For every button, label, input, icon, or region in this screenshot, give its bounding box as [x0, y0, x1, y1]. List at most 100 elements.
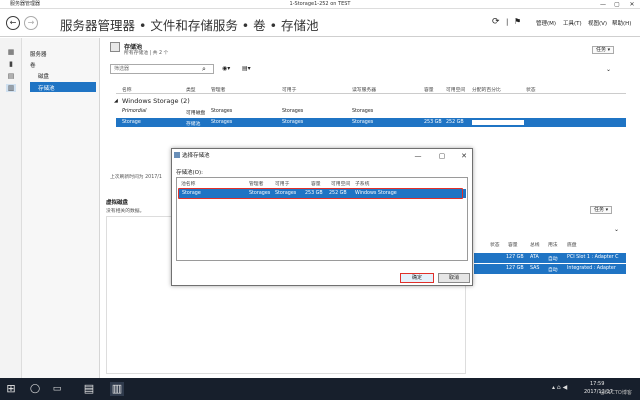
phys-row1-chassis: PCI Slot 1 : Adapter C: [567, 255, 619, 260]
search-icon[interactable]: ⌕: [202, 65, 206, 74]
col-status[interactable]: 状态: [526, 86, 536, 93]
row-storage-name[interactable]: Storage: [122, 120, 141, 125]
group-collapse-icon[interactable]: ◢: [114, 98, 118, 104]
pools-tasks-button[interactable]: 任务 ▾: [592, 46, 615, 54]
col-capacity[interactable]: 容量: [424, 86, 434, 93]
row-storage-free: 252 GB: [446, 120, 464, 125]
pools-filter-input[interactable]: 筛选器: [110, 64, 214, 74]
dialog-pool-label: 存储池(O):: [176, 170, 203, 176]
dialog-minimize-button[interactable]: —: [412, 151, 424, 161]
separator: |: [506, 18, 509, 26]
dlg-row-subsystem: Windows Storage: [355, 191, 397, 196]
cancel-button[interactable]: 取消: [438, 273, 470, 283]
select-pool-dialog: 选择存储池 — ▢ ✕ 存储池(O): 池名称 管理者 可用于 容量 可用空间 …: [171, 148, 473, 286]
menu-view[interactable]: 视图(V): [588, 19, 607, 27]
phys-col-capacity[interactable]: 容量: [508, 241, 518, 248]
disks-title: 虚拟磁盘: [106, 200, 129, 206]
phys-row1-capacity: 127 GB: [506, 255, 524, 260]
ok-button[interactable]: 确定: [400, 273, 434, 283]
row-storage-managed: Storages: [211, 120, 233, 125]
dlg-col-name[interactable]: 池名称: [181, 180, 195, 187]
expand-icon[interactable]: ⌄: [606, 66, 611, 73]
col-managed-by[interactable]: 管理者: [211, 86, 225, 93]
disks-empty: 没有相关的数据。: [106, 209, 145, 214]
explorer-icon[interactable]: ▤: [82, 382, 96, 396]
nav-item-disks[interactable]: 磁盘: [38, 72, 49, 80]
dialog-app-icon: [174, 152, 180, 158]
nav-item-volumes[interactable]: 卷: [30, 61, 36, 69]
server-manager-icon[interactable]: ▥: [110, 382, 124, 396]
header-divider: [116, 93, 626, 94]
refresh-icon[interactable]: ⟳: [492, 17, 500, 27]
forward-button[interactable]: →: [24, 16, 38, 30]
physical-expand-icon[interactable]: ⌄: [614, 226, 619, 233]
dlg-col-capacity[interactable]: 容量: [311, 180, 321, 187]
phys-row1-bus: ATA: [530, 255, 539, 260]
menu-tools[interactable]: 工具(T): [563, 19, 582, 27]
nav-item-storage-pools[interactable]: 存储池: [38, 84, 55, 92]
maximize-button[interactable]: ▢: [610, 0, 624, 9]
phys-row2-capacity: 127 GB: [506, 266, 524, 271]
row-primordial-managed: Storages: [211, 109, 233, 114]
windows-start-icon[interactable]: ⊞: [4, 382, 18, 396]
menu-manage[interactable]: 管理(M): [536, 19, 556, 27]
col-type[interactable]: 类型: [186, 86, 196, 93]
physical-disks-section: 任务 ▾ ⌄ 状态 容量 总线 用法 底盘 127 GB ATA 自动 PCI …: [474, 206, 626, 370]
dlg-row-managed: Storages: [249, 191, 271, 196]
tray-icons[interactable]: ▴ ⌂ ◀: [552, 384, 567, 391]
dashboard-icon[interactable]: ▦: [6, 48, 16, 56]
row-storage-server: Storages: [352, 120, 374, 125]
phys-row2-bus: SAS: [530, 266, 540, 271]
phys-row1-usage: 自动: [548, 257, 558, 262]
col-allocated-percent[interactable]: 分配的百分比: [472, 86, 501, 93]
search-icon[interactable]: ◯: [28, 382, 42, 396]
dialog-titlebar: 选择存储池 — ▢ ✕: [172, 149, 472, 163]
dialog-pool-list: 池名称 管理者 可用于 容量 可用空间 子系统 Storage Storages…: [176, 177, 468, 261]
navigation-bar: ← → 服务器管理器 • 文件和存储服务 • 卷 • 存储池 ⟳ | ⚑ 管理(…: [0, 9, 640, 37]
physical-tasks-button[interactable]: 任务 ▾: [590, 206, 613, 214]
dialog-maximize-button[interactable]: ▢: [436, 151, 448, 161]
window-titlebar: 服务器管理器 1-Storage1-252 on TEST — ▢ ✕: [0, 0, 640, 9]
storage-pool-icon: [110, 42, 120, 52]
dialog-title: 选择存储池: [182, 153, 210, 159]
col-name[interactable]: 名称: [122, 86, 132, 93]
refresh-note: 上次刷新时间为 2017/1: [110, 175, 162, 180]
dlg-row-free: 252 GB: [329, 191, 347, 196]
dlg-col-subsystem[interactable]: 子系统: [355, 180, 369, 187]
phys-col-chassis[interactable]: 底盘: [567, 241, 577, 248]
dlg-col-available[interactable]: 可用于: [275, 180, 289, 187]
file-storage-icon[interactable]: ▥: [6, 84, 16, 92]
local-server-icon[interactable]: ▮: [6, 60, 16, 68]
task-view-icon[interactable]: ▭: [50, 382, 64, 396]
clock-time[interactable]: 17:59: [590, 381, 604, 387]
col-free-space[interactable]: 可用空间: [446, 86, 465, 93]
phys-col-usage[interactable]: 用法: [548, 241, 558, 248]
col-rw-server[interactable]: 读写服务器: [352, 86, 376, 93]
dialog-close-button[interactable]: ✕: [458, 151, 470, 161]
nav-item-servers[interactable]: 服务器: [30, 50, 47, 58]
close-button[interactable]: ✕: [625, 0, 639, 9]
flag-icon[interactable]: ⚑: [514, 17, 521, 26]
minimize-button[interactable]: —: [596, 0, 610, 9]
row-primordial-name[interactable]: Primordial: [122, 109, 146, 114]
menu-help[interactable]: 帮助(H): [612, 19, 631, 27]
phys-col-status[interactable]: 状态: [490, 241, 500, 248]
back-button[interactable]: ←: [6, 16, 20, 30]
dlg-row-available: Storages: [275, 191, 297, 196]
dlg-col-free[interactable]: 可用空间: [331, 180, 350, 187]
col-available-to[interactable]: 可用于: [282, 86, 296, 93]
phys-row2-usage: 自动: [548, 268, 558, 273]
vm-title: 1-Storage1-252 on TEST: [289, 1, 351, 7]
left-nav-panel: 服务器 卷 磁盘 存储池: [22, 38, 100, 378]
row-storage-capacity: 253 GB: [424, 120, 442, 125]
row-primordial-server: Storages: [352, 109, 374, 114]
phys-col-bus[interactable]: 总线: [530, 241, 540, 248]
filter-options-icon[interactable]: ◉▾: [222, 65, 230, 72]
group-options-icon[interactable]: ▤▾: [242, 65, 251, 72]
phys-row2-chassis: Integrated : Adapter: [567, 266, 616, 271]
row-storage-type: 存储池: [186, 122, 201, 127]
watermark: @51CTO博客: [600, 390, 632, 396]
dlg-row-name[interactable]: Storage: [182, 191, 201, 196]
dlg-col-managed[interactable]: 管理者: [249, 180, 263, 187]
all-servers-icon[interactable]: ▤: [6, 72, 16, 80]
